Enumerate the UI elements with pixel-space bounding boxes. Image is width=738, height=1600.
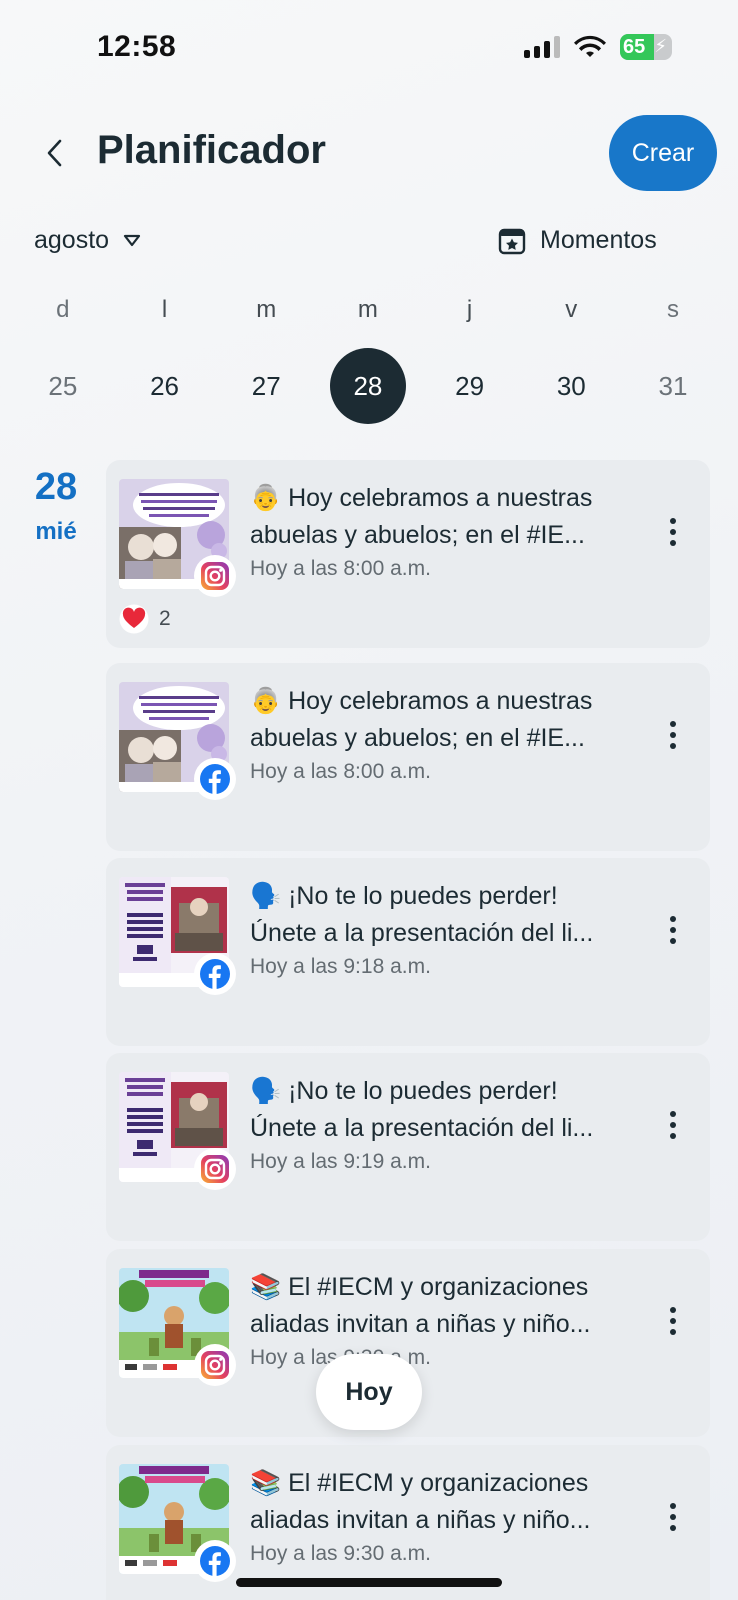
post-card[interactable]: 👵 Hoy celebramos a nuestras abuelas y ab…: [106, 460, 710, 648]
charging-bolt-icon: ⚡: [654, 36, 667, 56]
facebook-icon: [200, 764, 230, 794]
weekday-label: v: [565, 296, 578, 323]
calendar-star-icon: [498, 228, 526, 254]
facebook-icon: [200, 1546, 230, 1576]
instagram-badge: [196, 557, 234, 595]
date-cell[interactable]: 25: [12, 348, 114, 424]
more-options-button[interactable]: [661, 910, 685, 950]
month-dropdown[interactable]: agosto: [34, 226, 141, 255]
status-icons: 65 ⚡: [524, 34, 672, 60]
post-card[interactable]: 🗣️ ¡No te lo puedes perder! Únete a la p…: [106, 858, 710, 1046]
more-vertical-icon: [670, 1503, 676, 1509]
post-time: Hoy a las 9:30 a.m.: [250, 1542, 431, 1565]
post-caption: 👵 Hoy celebramos a nuestras abuelas y ab…: [250, 480, 630, 554]
battery-indicator: 65 ⚡: [620, 34, 672, 60]
facebook-badge: [196, 760, 234, 798]
post-time: Hoy a las 9:18 a.m.: [250, 955, 431, 978]
post-caption: 🗣️ ¡No te lo puedes perder! Únete a la p…: [250, 878, 630, 952]
weekday-label: m: [256, 296, 277, 323]
status-bar: 12:58 65 ⚡: [0, 0, 738, 100]
instagram-icon: [201, 1351, 229, 1379]
back-button[interactable]: [34, 130, 74, 176]
today-button[interactable]: Hoy: [316, 1354, 422, 1430]
signal-icon: [524, 36, 560, 58]
status-time: 12:58: [97, 30, 177, 63]
home-indicator: [236, 1578, 502, 1587]
create-button[interactable]: Crear: [609, 115, 717, 191]
post-card[interactable]: 📚 El #IECM y organizaciones aliadas invi…: [106, 1445, 710, 1600]
more-vertical-icon: [670, 916, 676, 922]
date-cell[interactable]: 30: [520, 348, 622, 424]
weekday-label: d: [56, 296, 70, 323]
more-vertical-icon: [670, 518, 676, 524]
post-time: Hoy a las 8:00 a.m.: [250, 760, 431, 783]
more-options-button[interactable]: [661, 715, 685, 755]
heart-icon: [119, 604, 149, 634]
post-emoji: 👵: [250, 687, 282, 715]
day-name: mié: [35, 518, 77, 545]
reactions[interactable]: 2: [119, 604, 171, 634]
post-emoji: 📚: [250, 1469, 282, 1497]
more-options-button[interactable]: [661, 512, 685, 552]
post-emoji: 🗣️: [250, 1077, 282, 1105]
page-title: Planificador: [97, 128, 326, 172]
post-time: Hoy a las 8:00 a.m.: [250, 557, 431, 580]
post-card[interactable]: 🗣️ ¡No te lo puedes perder! Únete a la p…: [106, 1053, 710, 1241]
back-chevron-icon: [47, 139, 62, 167]
date-cell[interactable]: 31: [622, 348, 724, 424]
weekday-header: d l m m j v s: [12, 296, 724, 324]
facebook-badge: [196, 955, 234, 993]
dropdown-triangle-icon: [123, 234, 141, 246]
date-cell[interactable]: 26: [114, 348, 216, 424]
date-cell-selected[interactable]: 28: [317, 348, 419, 424]
weekday-label: m: [357, 296, 378, 323]
instagram-badge: [196, 1150, 234, 1188]
more-options-button[interactable]: [661, 1497, 685, 1537]
date-cell[interactable]: 27: [215, 348, 317, 424]
reaction-count: 2: [159, 607, 171, 630]
more-vertical-icon: [670, 1307, 676, 1313]
post-caption: 📚 El #IECM y organizaciones aliadas invi…: [250, 1269, 630, 1343]
facebook-badge: [196, 1542, 234, 1580]
post-caption: 👵 Hoy celebramos a nuestras abuelas y ab…: [250, 683, 630, 757]
date-cell[interactable]: 29: [419, 348, 521, 424]
post-card[interactable]: 👵 Hoy celebramos a nuestras abuelas y ab…: [106, 663, 710, 851]
more-vertical-icon: [670, 721, 676, 727]
weekday-label: l: [161, 296, 168, 323]
month-label: agosto: [34, 226, 110, 254]
post-caption: 📚 El #IECM y organizaciones aliadas invi…: [250, 1465, 630, 1539]
moments-label: Momentos: [540, 226, 657, 254]
facebook-icon: [200, 959, 230, 989]
more-options-button[interactable]: [661, 1301, 685, 1341]
week-dates: 25 26 27 28 29 30 31: [12, 348, 724, 424]
moments-button[interactable]: Momentos: [498, 226, 657, 255]
post-time: Hoy a las 9:19 a.m.: [250, 1150, 431, 1173]
wifi-icon: [574, 35, 606, 57]
more-vertical-icon: [670, 1111, 676, 1117]
post-emoji: 🗣️: [250, 882, 282, 910]
weekday-label: j: [466, 296, 473, 323]
more-options-button[interactable]: [661, 1105, 685, 1145]
post-emoji: 👵: [250, 484, 282, 512]
instagram-icon: [201, 562, 229, 590]
weekday-label: s: [666, 296, 679, 323]
day-number: 28: [34, 466, 78, 508]
instagram-badge: [196, 1346, 234, 1384]
post-emoji: 📚: [250, 1273, 282, 1301]
post-caption: 🗣️ ¡No te lo puedes perder! Únete a la p…: [250, 1073, 630, 1147]
instagram-icon: [201, 1155, 229, 1183]
